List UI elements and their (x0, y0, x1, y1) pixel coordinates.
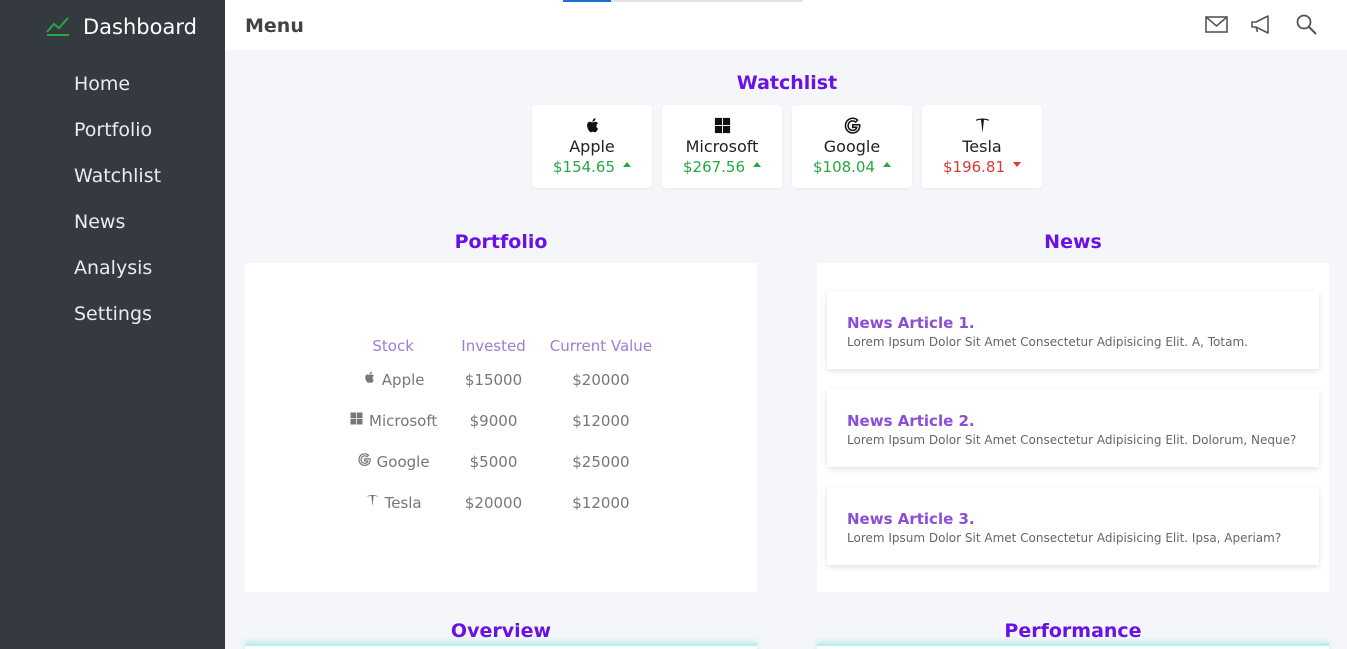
sidebar-item-portfolio[interactable]: Portfolio (74, 116, 161, 162)
column-header-stock: Stock (372, 337, 414, 355)
watch-card-price: $267.56 (682, 158, 746, 176)
watch-card-price-row: $196.81 (922, 158, 1042, 176)
loading-indicator (563, 0, 803, 2)
watchlist-title: Watchlist (736, 72, 838, 94)
google-icon (357, 452, 372, 471)
stock-name: Google (376, 452, 430, 471)
current-value-cell: $25000 (572, 452, 630, 471)
invested-cell: $20000 (464, 493, 523, 512)
portfolio-title: Portfolio (454, 231, 548, 253)
sidebar: Dashboard Home Portfolio Watchlist News … (0, 0, 225, 649)
news-article[interactable]: News Article 1. Lorem Ipsum Dolor Sit Am… (827, 291, 1319, 369)
watch-card-apple[interactable]: Apple $154.65 (532, 105, 652, 188)
column-header-current-value: Current Value (549, 337, 653, 355)
portfolio-panel: Stock Invested Current Value Apple $1500… (245, 263, 757, 592)
table-row: Apple $15000 $20000 (337, 359, 664, 400)
sidebar-item-watchlist[interactable]: Watchlist (74, 162, 161, 208)
sidebar-item-analysis[interactable]: Analysis (74, 254, 161, 300)
table-row: Tesla $20000 $12000 (337, 482, 664, 523)
invested-cell: $9000 (469, 411, 518, 430)
stock-cell: Tesla (337, 482, 449, 523)
news-article-title: News Article 3. (847, 510, 975, 528)
trending-up-icon (46, 13, 83, 42)
news-article-title: News Article 1. (847, 314, 975, 332)
invested-cell: $5000 (469, 452, 518, 471)
watch-card-price-row: $267.56 (662, 158, 782, 176)
current-value-cell: $12000 (572, 493, 630, 512)
top-bar: Menu (225, 0, 1347, 50)
watch-card-microsoft[interactable]: Microsoft $267.56 (662, 105, 782, 188)
trend-up-icon (623, 161, 632, 167)
stock-name: Tesla (384, 493, 422, 512)
portfolio-table: Stock Invested Current Value Apple $1500… (337, 333, 664, 523)
brand[interactable]: Dashboard (46, 13, 197, 41)
watch-card-price: $108.04 (812, 158, 876, 176)
microsoft-icon (662, 115, 782, 136)
apple-icon (362, 370, 377, 389)
watch-card-name: Apple (569, 137, 615, 156)
performance-panel (817, 643, 1329, 649)
search-icon[interactable] (1294, 12, 1319, 37)
news-article[interactable]: News Article 2. Lorem Ipsum Dolor Sit Am… (827, 389, 1319, 467)
news-panel: News Article 1. Lorem Ipsum Dolor Sit Am… (817, 263, 1329, 592)
current-value-cell: $12000 (572, 411, 630, 430)
watch-card-price: $154.65 (552, 158, 616, 176)
loading-indicator-fill (563, 0, 611, 2)
performance-title: Performance (1004, 620, 1142, 642)
news-article-body: Lorem Ipsum Dolor Sit Amet Consectetur A… (847, 433, 1297, 447)
trend-up-icon (753, 161, 762, 167)
watch-card-price-row: $108.04 (792, 158, 912, 176)
sidebar-nav: Home Portfolio Watchlist News Analysis S… (74, 70, 161, 346)
stock-cell: Google (337, 441, 449, 482)
watch-card-name: Tesla (962, 137, 1002, 156)
sidebar-item-news[interactable]: News (74, 208, 161, 254)
news-article-body: Lorem Ipsum Dolor Sit Amet Consectetur A… (847, 335, 1248, 349)
mail-icon[interactable] (1204, 12, 1229, 37)
google-icon (792, 115, 912, 136)
overview-panel (245, 643, 757, 649)
stock-name: Microsoft (369, 411, 438, 430)
stock-name: Apple (381, 370, 425, 389)
menu-title[interactable]: Menu (245, 15, 304, 37)
table-row: Google $5000 $25000 (337, 441, 664, 482)
sidebar-item-settings[interactable]: Settings (74, 300, 161, 346)
news-title: News (1044, 231, 1102, 253)
watch-card-google[interactable]: Google $108.04 (792, 105, 912, 188)
table-row: Microsoft $9000 $12000 (337, 400, 664, 441)
megaphone-icon[interactable] (1249, 12, 1274, 37)
trend-up-icon (883, 161, 892, 167)
watch-card-price-row: $154.65 (532, 158, 652, 176)
overview-title: Overview (450, 620, 552, 642)
current-value-cell: $20000 (572, 370, 630, 389)
microsoft-icon (349, 411, 364, 430)
tesla-icon (922, 115, 1042, 136)
table-header-row: Stock Invested Current Value (337, 333, 664, 359)
stock-cell: Microsoft (337, 400, 449, 441)
watch-card-name: Google (823, 137, 881, 156)
apple-icon (532, 115, 652, 136)
watch-card-tesla[interactable]: Tesla $196.81 (922, 105, 1042, 188)
news-article-title: News Article 2. (847, 412, 975, 430)
trend-down-icon (1013, 161, 1022, 167)
invested-cell: $15000 (464, 370, 523, 389)
top-icons (1204, 12, 1319, 37)
brand-label: Dashboard (83, 15, 197, 39)
stock-cell: Apple (337, 359, 449, 400)
tesla-icon (365, 493, 380, 512)
sidebar-item-home[interactable]: Home (74, 70, 161, 116)
watchlist-cards: Apple $154.65 Microsoft $267.56 Google $… (532, 105, 1042, 188)
news-article[interactable]: News Article 3. Lorem Ipsum Dolor Sit Am… (827, 487, 1319, 565)
watch-card-name: Microsoft (685, 137, 759, 156)
column-header-invested: Invested (461, 337, 526, 355)
news-article-body: Lorem Ipsum Dolor Sit Amet Consectetur A… (847, 531, 1282, 545)
watch-card-price: $196.81 (942, 158, 1006, 176)
